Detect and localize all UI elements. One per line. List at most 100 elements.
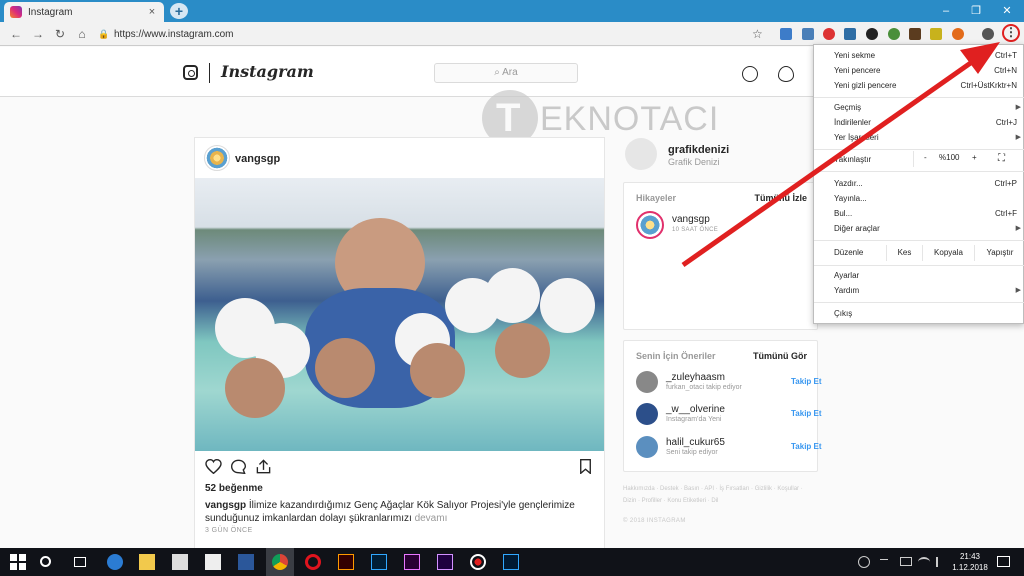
recorder-icon[interactable]	[470, 554, 486, 570]
instagram-camera-icon[interactable]	[183, 65, 198, 80]
home-icon[interactable]: ⌂	[74, 26, 90, 42]
likes-count[interactable]: 52 beğenme	[205, 483, 263, 494]
menu-item-more-tools[interactable]: Diğer araçlar ▶	[834, 222, 1021, 236]
stories-view-all-link[interactable]: Tümünü İzle	[755, 193, 808, 203]
post-timestamp[interactable]: 3 GÜN ÖNCE	[205, 527, 253, 534]
reload-icon[interactable]: ↻	[52, 26, 68, 42]
lightroom-icon[interactable]	[503, 554, 519, 570]
instagram-logo[interactable]: Instagram	[221, 62, 314, 81]
cut-button[interactable]: Kes	[886, 245, 922, 261]
menu-item-cast[interactable]: Yayınla...	[834, 192, 1019, 206]
caption-username[interactable]: vangsgp	[205, 500, 246, 511]
menu-label: Yakınlaştır	[834, 155, 872, 164]
caption-more-link[interactable]: devamı	[415, 513, 448, 524]
edge-icon[interactable]	[107, 554, 123, 570]
menu-item-find[interactable]: Bul... Ctrl+F	[834, 207, 1019, 221]
menu-item-downloads[interactable]: İndirilenler Ctrl+J	[834, 116, 1019, 130]
extension-globe-icon[interactable]	[888, 28, 900, 40]
address-bar-url[interactable]: https://www.instagram.com	[114, 29, 233, 40]
chrome-icon[interactable]	[272, 554, 288, 570]
my-avatar[interactable]	[625, 138, 657, 170]
comment-bubble-icon[interactable]	[230, 459, 247, 474]
tab-instagram[interactable]: Instagram ×	[4, 2, 164, 22]
extension-yellow-icon[interactable]	[930, 28, 942, 40]
mail-icon[interactable]	[205, 554, 221, 570]
menu-item-new-window[interactable]: Yeni pencere Ctrl+N	[834, 64, 1019, 78]
menu-item-settings[interactable]: Ayarlar	[834, 269, 1019, 283]
suggestion-username[interactable]: halil_cukur65	[666, 437, 725, 448]
search-input[interactable]: ⌕ Ara	[434, 63, 578, 83]
clock-time[interactable]: 21:43	[950, 552, 990, 561]
after-effects-icon[interactable]	[437, 554, 453, 570]
menu-item-bookmarks[interactable]: Yer İşaretleri ▶	[834, 131, 1021, 145]
story-username[interactable]: vangsgp	[672, 214, 710, 225]
extension-bw-icon[interactable]	[909, 28, 921, 40]
notifications-icon[interactable]	[997, 556, 1010, 567]
menu-item-history[interactable]: Geçmiş ▶	[834, 101, 1021, 115]
task-view-icon[interactable]	[74, 557, 86, 567]
illustrator-icon[interactable]	[338, 554, 354, 570]
zoom-in-button[interactable]: +	[972, 153, 977, 162]
chrome-menu-button[interactable]: ⋮	[1002, 24, 1020, 42]
menu-item-print[interactable]: Yazdır... Ctrl+P	[834, 177, 1019, 191]
follow-button[interactable]: Takip Et	[791, 377, 822, 386]
tab-close-icon[interactable]: ×	[146, 6, 158, 18]
extension-translate-icon[interactable]	[780, 28, 792, 40]
extension-badge-icon[interactable]	[844, 28, 856, 40]
minimize-button[interactable]: –	[932, 0, 960, 22]
suggestions-view-all-link[interactable]: Tümünü Gör	[753, 351, 807, 361]
suggestion-avatar[interactable]	[636, 371, 658, 393]
menu-item-exit[interactable]: Çıkış	[834, 307, 1019, 321]
activity-heart-icon[interactable]	[778, 66, 794, 82]
address-bar[interactable]: 🔒 https://www.instagram.com	[98, 25, 758, 43]
clock-date[interactable]: 1.12.2018	[945, 563, 995, 572]
extension-dark-icon[interactable]	[866, 28, 878, 40]
battery-icon[interactable]	[900, 557, 912, 566]
share-icon[interactable]	[255, 459, 272, 474]
follow-button[interactable]: Takip Et	[791, 409, 822, 418]
suggestion-username[interactable]: _zuleyhaasm	[666, 372, 725, 383]
new-tab-button[interactable]: +	[170, 3, 188, 19]
extension-orange-icon[interactable]	[952, 28, 964, 40]
zoom-out-button[interactable]: -	[924, 153, 927, 162]
premiere-icon[interactable]	[404, 554, 420, 570]
opera-icon[interactable]	[305, 554, 321, 570]
like-heart-icon[interactable]	[205, 459, 222, 474]
suggestion-avatar[interactable]	[636, 403, 658, 425]
explore-compass-icon[interactable]	[742, 66, 758, 82]
my-username[interactable]: grafikdenizi	[668, 144, 729, 156]
menu-item-help[interactable]: Yardım ▶	[834, 284, 1021, 298]
restore-button[interactable]: ❐	[962, 0, 990, 22]
word-icon[interactable]	[238, 554, 254, 570]
caption-text: İlimize kazandırdığımız Genç Ağaçlar Kök…	[205, 500, 575, 524]
post-author-username[interactable]: vangsgp	[235, 153, 280, 165]
copy-button[interactable]: Kopyala	[922, 245, 974, 261]
menu-item-new-tab[interactable]: Yeni sekme Ctrl+T	[834, 49, 1019, 63]
footer-links[interactable]: Hakkımızda · Destek · Basın · API · İş F…	[623, 483, 813, 507]
store-icon[interactable]	[172, 554, 188, 570]
forward-arrow-icon[interactable]: →	[30, 26, 46, 42]
suggestion-avatar[interactable]	[636, 436, 658, 458]
people-icon[interactable]	[858, 556, 870, 568]
close-window-button[interactable]: ✕	[993, 0, 1021, 22]
file-explorer-icon[interactable]	[139, 554, 155, 570]
fullscreen-icon[interactable]: ⛶	[998, 153, 1005, 164]
paste-button[interactable]: Yapıştır	[974, 245, 1024, 261]
suggestion-username[interactable]: _w__olverine	[666, 404, 725, 415]
photoshop-icon[interactable]	[371, 554, 387, 570]
menu-item-incognito[interactable]: Yeni gizli pencere Ctrl+ÜstKrktr+N	[834, 79, 1019, 93]
windows-start-icon[interactable]	[10, 554, 26, 570]
extension-adblock-icon[interactable]	[823, 28, 835, 40]
extension-grey-icon[interactable]	[982, 28, 994, 40]
bookmark-save-icon[interactable]	[577, 459, 594, 474]
back-arrow-icon[interactable]: ←	[8, 26, 24, 42]
follow-button[interactable]: Takip Et	[791, 442, 822, 451]
search-icon[interactable]	[40, 556, 51, 567]
post-photo[interactable]	[195, 178, 604, 451]
bookmark-star-icon[interactable]: ☆	[752, 27, 763, 41]
story-avatar[interactable]	[636, 211, 664, 239]
post-author-avatar[interactable]	[204, 145, 230, 171]
chevron-up-icon[interactable]	[880, 559, 888, 565]
wifi-icon[interactable]	[918, 557, 930, 567]
extension-download-icon[interactable]	[802, 28, 814, 40]
